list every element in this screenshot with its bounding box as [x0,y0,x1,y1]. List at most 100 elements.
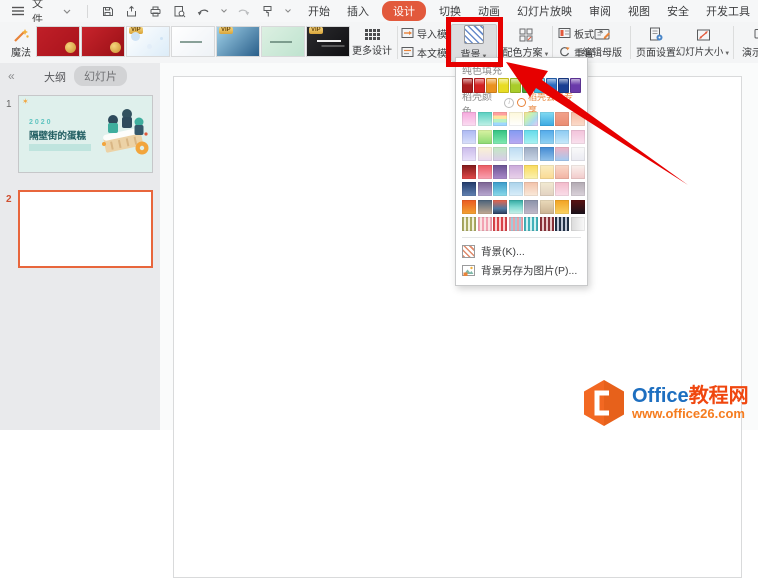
gradient-swatch-28[interactable] [509,165,523,179]
solid-color-swatch-10[interactable] [570,78,581,93]
solid-color-swatch-9[interactable] [558,78,569,93]
gradient-swatch-2[interactable] [478,112,492,126]
gradient-swatch-43[interactable] [493,200,507,214]
design-template-2[interactable] [81,26,125,57]
design-template-5[interactable]: VIP [216,26,260,57]
gradient-swatch-27[interactable] [493,165,507,179]
redo-icon[interactable] [237,4,251,19]
ribbon-tab-5[interactable]: 动画 [474,1,504,21]
gradient-swatch-48[interactable] [571,200,585,214]
chevron-down-icon[interactable] [60,4,74,19]
gradient-swatch-44[interactable] [509,200,523,214]
format-painter-icon[interactable] [261,4,275,19]
slide-1-thumbnail[interactable]: ✶ 2020 隔壁街的蛋糕 [18,95,153,173]
save-icon[interactable] [100,4,114,19]
gradient-swatch-42[interactable] [478,200,492,214]
gradient-swatch-36[interactable] [509,182,523,196]
gradient-swatch-34[interactable] [478,182,492,196]
present-tools-button[interactable]: 演示工具 [737,24,758,62]
solid-color-swatch-3[interactable] [486,78,497,93]
gradient-swatch-46[interactable] [540,200,554,214]
doc-template-button[interactable]: 本文模板 [401,44,457,60]
gradient-swatch-13[interactable] [524,130,538,144]
gradient-swatch-5[interactable] [524,112,538,126]
gradient-swatch-3[interactable] [493,112,507,126]
gradient-swatch-35[interactable] [493,182,507,196]
import-template-button[interactable]: 导入模板 [401,25,457,41]
gradient-swatch-32[interactable] [571,165,585,179]
gradient-swatch-49[interactable] [462,217,476,231]
ribbon-tab-9[interactable]: 安全 [663,1,693,21]
design-template-1[interactable] [36,26,80,57]
ribbon-tab-3[interactable]: 设计 [382,1,426,21]
gradient-swatch-7[interactable] [555,112,569,126]
print-icon[interactable] [148,4,162,19]
solid-color-swatch-5[interactable] [510,78,521,93]
gradient-swatch-37[interactable] [524,182,538,196]
export-icon[interactable] [124,4,138,19]
gradient-swatch-14[interactable] [540,130,554,144]
ribbon-tab-1[interactable]: 开始 [304,1,334,21]
gradient-swatch-25[interactable] [462,165,476,179]
print-preview-icon[interactable] [172,4,186,19]
save-background-as-picture-menu-item[interactable]: 背景另存为图片(P)... [462,261,581,280]
gradient-swatch-8[interactable] [571,112,585,126]
solid-color-swatch-2[interactable] [474,78,485,93]
gradient-swatch-16[interactable] [571,130,585,144]
hamburger-menu-icon[interactable] [11,4,25,19]
gradient-swatch-20[interactable] [509,147,523,161]
design-template-4[interactable] [171,26,215,57]
gradient-swatch-30[interactable] [540,165,554,179]
gradient-swatch-39[interactable] [555,182,569,196]
gradient-swatch-40[interactable] [571,182,585,196]
gradient-swatch-9[interactable] [462,130,476,144]
gradient-swatch-53[interactable] [524,217,538,231]
gradient-swatch-29[interactable] [524,165,538,179]
more-designs-button[interactable]: 更多设计 [350,25,394,61]
gradient-swatch-18[interactable] [478,147,492,161]
undo-dropdown-icon[interactable] [220,4,227,19]
ribbon-tab-4[interactable]: 切换 [435,1,465,21]
gradient-swatch-10[interactable] [478,130,492,144]
gradient-swatch-11[interactable] [493,130,507,144]
undo-icon[interactable] [196,4,210,19]
page-setup-button[interactable]: 页面设置 [634,24,678,62]
slide-size-button[interactable]: 幻灯片大小▼ [676,24,730,62]
solid-color-swatch-6[interactable] [522,78,533,93]
gradient-swatch-12[interactable] [509,130,523,144]
collapse-panel-icon[interactable]: « [8,69,15,83]
gradient-swatch-1[interactable] [462,112,476,126]
gradient-swatch-24[interactable] [571,147,585,161]
gradient-swatch-6[interactable] [540,112,554,126]
ribbon-tab-2[interactable]: 插入 [343,1,373,21]
background-menu-item[interactable]: 背景(K)... [462,242,581,261]
design-template-6[interactable] [261,26,305,57]
slide-2-thumbnail[interactable] [18,190,153,268]
gradient-swatch-54[interactable] [540,217,554,231]
solid-color-swatch-1[interactable] [462,78,473,93]
gradient-swatch-19[interactable] [493,147,507,161]
gradient-swatch-45[interactable] [524,200,538,214]
gradient-swatch-15[interactable] [555,130,569,144]
tab-outline[interactable]: 大纲 [44,69,66,85]
magic-button[interactable]: 魔法 [6,25,36,61]
tab-slides[interactable]: 幻灯片 [74,66,127,86]
gradient-swatch-31[interactable] [555,165,569,179]
ribbon-tab-8[interactable]: 视图 [624,1,654,21]
gradient-swatch-33[interactable] [462,182,476,196]
gradient-swatch-56[interactable] [571,217,585,231]
gradient-swatch-17[interactable] [462,147,476,161]
gradient-swatch-21[interactable] [524,147,538,161]
gradient-swatch-23[interactable] [555,147,569,161]
gradient-swatch-50[interactable] [478,217,492,231]
solid-color-swatch-7[interactable] [534,78,545,93]
gradient-swatch-47[interactable] [555,200,569,214]
gradient-swatch-26[interactable] [478,165,492,179]
solid-color-swatch-4[interactable] [498,78,509,93]
ribbon-tab-7[interactable]: 审阅 [585,1,615,21]
gradient-swatch-22[interactable] [540,147,554,161]
gradient-swatch-4[interactable] [509,112,523,126]
format-painter-dropdown-icon[interactable] [285,4,292,19]
solid-color-swatch-8[interactable] [546,78,557,93]
design-template-3[interactable]: VIP [126,26,170,57]
